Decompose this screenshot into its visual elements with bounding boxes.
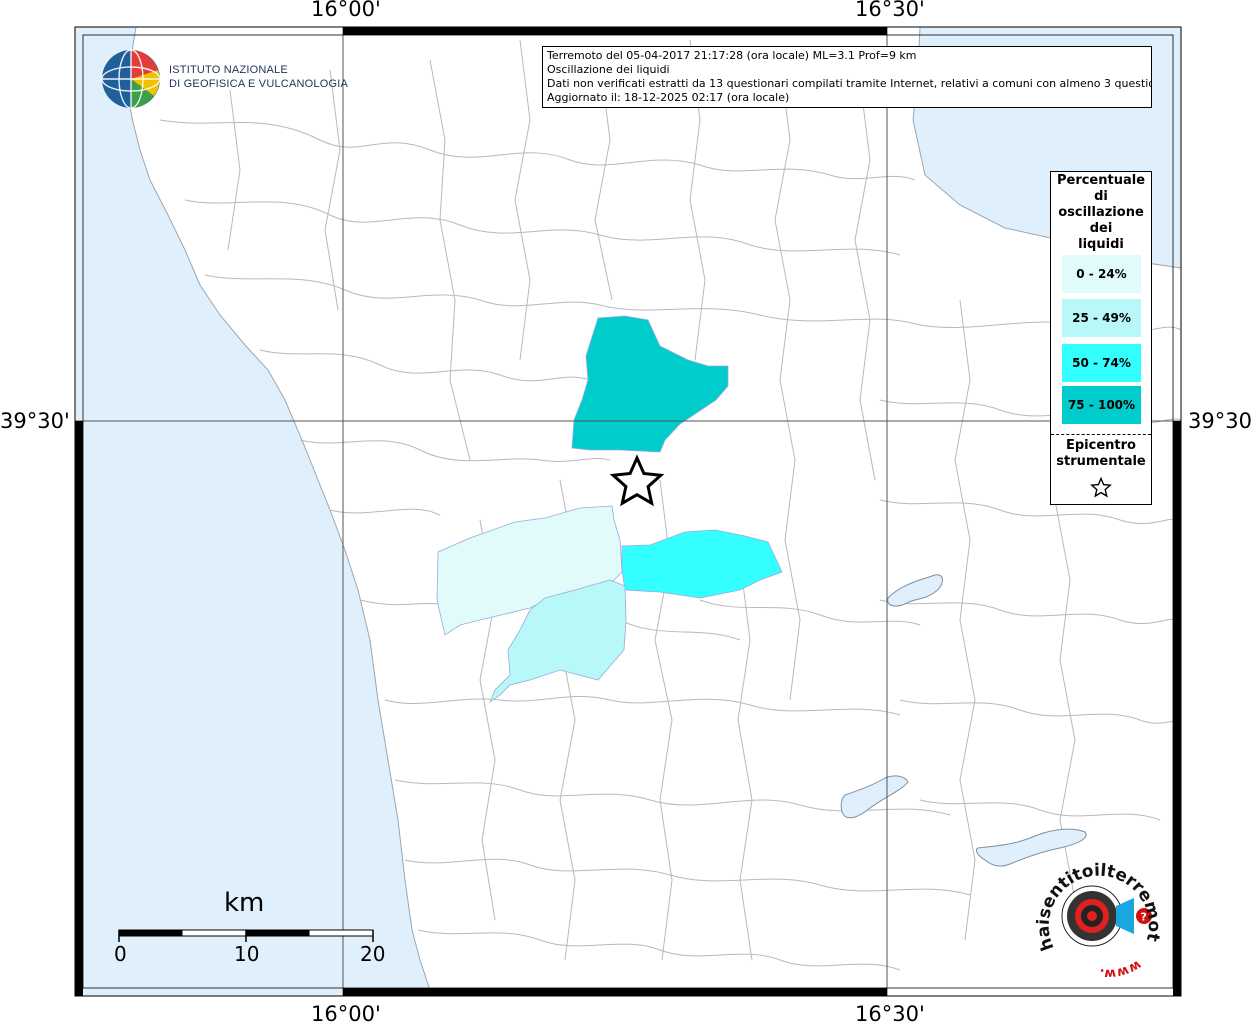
scale-bar-graphic	[118, 929, 374, 942]
legend-item-25-49: 25 - 49%	[1062, 299, 1141, 337]
legend-title-line: di	[1094, 189, 1108, 204]
event-info-line4: Aggiornato il: 18-12-2025 02:17 (ora loc…	[547, 91, 790, 104]
legend-title-line: dei	[1089, 221, 1113, 236]
ingv-globe-icon	[101, 49, 161, 109]
ingv-logo: ISTITUTO NAZIONALE DI GEOFISICA E VULCAN…	[100, 48, 348, 110]
scale-tick-0: 0	[114, 942, 127, 966]
legend-epicenter-line: Epicentro	[1066, 438, 1136, 453]
legend-title-line: liquidi	[1078, 237, 1124, 252]
legend-epicenter-line: strumentale	[1056, 454, 1146, 469]
svg-text:www.: www.	[1099, 957, 1144, 981]
legend-title-line: oscillazione	[1058, 205, 1144, 220]
lon-label-bottom-2: 16°30'	[855, 1002, 925, 1026]
hai-sentito-logo-graphic: ? haisentitoilterremoto.it www.	[1028, 837, 1164, 981]
lat-label-left: 39°30'	[0, 409, 70, 433]
ingv-name-line1: ISTITUTO NAZIONALE	[169, 64, 288, 76]
scale-tick-10: 10	[234, 942, 260, 966]
hai-sentito-logo-prefix: www.	[1099, 957, 1144, 981]
scale-bar: km 0 10 20	[112, 888, 402, 978]
legend-item-50-74: 50 - 74%	[1062, 344, 1141, 382]
legend-title-line: Percentuale	[1056, 173, 1146, 188]
legend: Percentuale di oscillazione dei liquidi …	[1050, 171, 1152, 505]
legend-separator	[1051, 434, 1151, 435]
hai-sentito-logo: ? haisentitoilterremoto.it www.	[1028, 837, 1174, 982]
lon-label-top-2: 16°30'	[855, 0, 925, 21]
lon-label-bottom-1: 16°00'	[311, 1002, 381, 1026]
event-info-box: Terremoto del 05-04-2017 21:17:28 (ora l…	[542, 46, 1152, 108]
legend-title: Percentuale di oscillazione dei liquidi	[1051, 172, 1151, 253]
legend-item-75-100: 75 - 100%	[1062, 386, 1141, 424]
legend-item-0-24: 0 - 24%	[1062, 255, 1141, 293]
ingv-name-line2: DI GEOFISICA E VULCANOLOGIA	[169, 78, 348, 90]
event-info-line3: Dati non verificati estratti da 13 quest…	[547, 77, 1152, 90]
lon-label-top-1: 16°00'	[311, 0, 381, 21]
event-info-line1: Terremoto del 05-04-2017 21:17:28 (ora l…	[547, 49, 917, 62]
legend-star-icon	[1090, 477, 1112, 498]
event-info-line2: Oscillazione dei liquidi	[547, 63, 670, 76]
lat-label-right: 39°30'	[1188, 409, 1254, 433]
legend-epicenter-label: Epicentro strumentale	[1051, 438, 1151, 470]
scale-tick-20: 20	[360, 942, 386, 966]
